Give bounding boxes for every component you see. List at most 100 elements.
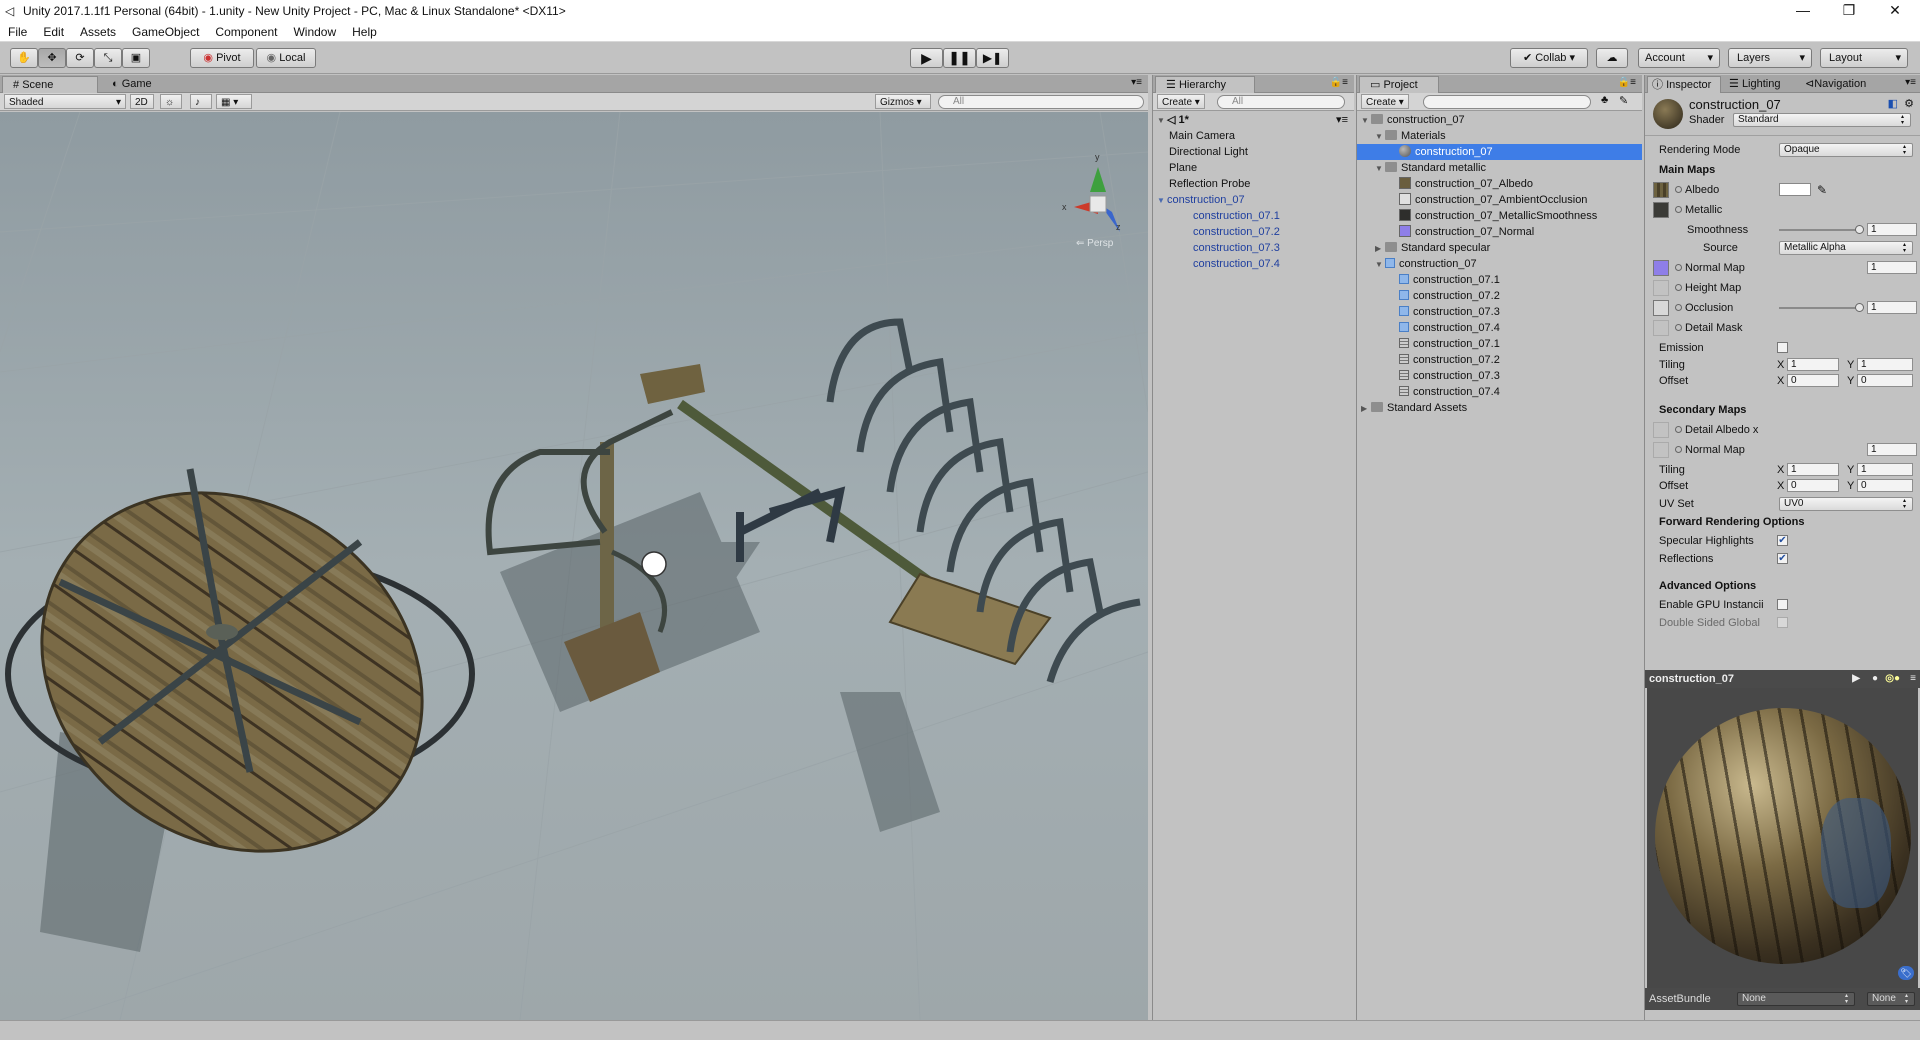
project-item[interactable]: construction_07_MetallicSmoothness [1357, 208, 1642, 224]
occlusion-picker-icon[interactable] [1675, 304, 1682, 311]
project-item[interactable]: ▼ construction_07 [1357, 112, 1642, 128]
project-create-dropdown[interactable]: Create ▾ [1361, 94, 1409, 109]
shader-dropdown[interactable]: Standard [1733, 113, 1911, 127]
fold-icon[interactable]: ▼ [1157, 193, 1167, 209]
reflections-checkbox[interactable]: ✔ [1777, 553, 1788, 564]
offset-y-input[interactable]: 0 [1857, 374, 1913, 387]
project-item[interactable]: ▶ Standard Assets [1357, 400, 1642, 416]
project-item[interactable]: construction_07.1 [1357, 272, 1642, 288]
project-item[interactable]: construction_07.2 [1357, 352, 1642, 368]
persp-label[interactable]: ⇐ Persp [1076, 238, 1113, 249]
minimize-button[interactable]: — [1780, 0, 1826, 22]
height-picker-icon[interactable] [1675, 284, 1682, 291]
rendering-mode-dropdown[interactable]: Opaque [1779, 143, 1913, 157]
rect-tool-button[interactable]: ▣ [122, 48, 150, 68]
smoothness-input[interactable]: 1 [1867, 223, 1917, 236]
preview-area[interactable]: 🏷 [1647, 688, 1918, 988]
pause-button[interactable]: ❚❚ [943, 48, 976, 68]
play-button[interactable]: ▶ [910, 48, 943, 68]
occlusion-input[interactable]: 1 [1867, 301, 1917, 314]
menu-file[interactable]: File [0, 25, 35, 39]
inspector-menu-icon[interactable]: ▾≡ [1905, 77, 1916, 88]
albedo-picker-icon[interactable] [1675, 186, 1682, 193]
hand-tool-button[interactable]: ✋ [10, 48, 38, 68]
uv-set-dropdown[interactable]: UV0 [1779, 497, 1913, 511]
pivot-toggle[interactable]: ◉ Pivot [190, 48, 254, 68]
scene-menu-icon[interactable]: ▾≡ [1336, 112, 1348, 128]
project-item[interactable]: construction_07_Albedo [1357, 176, 1642, 192]
project-item[interactable]: construction_07.3 [1357, 368, 1642, 384]
detail-mask-picker-icon[interactable] [1675, 324, 1682, 331]
menu-component[interactable]: Component [207, 25, 285, 39]
collab-dropdown[interactable]: ✔ Collab ▾ [1510, 48, 1588, 68]
hierarchy-search-input[interactable]: All [1217, 95, 1345, 109]
fold-icon[interactable]: ▼ [1361, 113, 1371, 129]
secondary-tiling-x-input[interactable]: 1 [1787, 463, 1839, 476]
eyedropper-icon[interactable]: ✎ [1817, 182, 1827, 198]
filter-label-icon[interactable]: ✎ [1619, 94, 1628, 107]
lock-icon[interactable]: 🔒≡ [1330, 77, 1348, 88]
normal-picker-icon[interactable] [1675, 264, 1682, 271]
tab-hierarchy[interactable]: ☰ Hierarchy [1155, 76, 1255, 93]
metallic-texture-slot[interactable] [1653, 202, 1669, 218]
metallic-picker-icon[interactable] [1675, 206, 1682, 213]
secondary-offset-x-input[interactable]: 0 [1787, 479, 1839, 492]
project-lock-icon[interactable]: 🔒≡ [1618, 77, 1636, 88]
hierarchy-item[interactable]: construction_07.4 [1153, 256, 1354, 272]
preview-sphere-icon[interactable]: ● [1872, 670, 1878, 688]
preview-menu-icon[interactable]: ≡ [1910, 670, 1916, 688]
project-item[interactable]: ▼ Materials [1357, 128, 1642, 144]
preview-play-icon[interactable]: ▶ [1852, 670, 1860, 688]
scene-viewport[interactable]: y x z ⇐ Persp [0, 112, 1148, 1020]
smoothness-slider-knob[interactable] [1855, 225, 1864, 234]
albedo-texture-slot[interactable] [1653, 182, 1669, 198]
preview-light-icon[interactable]: ◎● [1885, 670, 1900, 688]
hierarchy-item[interactable]: Directional Light [1153, 144, 1354, 160]
hierarchy-item[interactable]: construction_07.1 [1153, 208, 1354, 224]
occlusion-slider-track[interactable] [1779, 307, 1859, 309]
height-texture-slot[interactable] [1653, 280, 1669, 296]
project-item[interactable]: ▼ Standard metallic [1357, 160, 1642, 176]
project-item[interactable]: construction_07.4 [1357, 384, 1642, 400]
panel-menu-icon[interactable]: ▾≡ [1131, 77, 1142, 88]
fold-icon[interactable]: ▼ [1375, 257, 1385, 273]
occlusion-texture-slot[interactable] [1653, 300, 1669, 316]
fold-icon[interactable]: ▶ [1375, 241, 1385, 257]
hierarchy-item[interactable]: construction_07.3 [1153, 240, 1354, 256]
project-item[interactable]: ▼ construction_07 [1357, 256, 1642, 272]
layout-dropdown[interactable]: Layout ▾ [1820, 48, 1908, 68]
project-search-input[interactable] [1423, 95, 1591, 109]
tab-scene[interactable]: # Scene [2, 76, 98, 93]
assetbundle-dropdown[interactable]: None [1737, 992, 1855, 1006]
gizmos-dropdown[interactable]: Gizmos ▾ [875, 94, 931, 109]
hierarchy-item[interactable]: ▼ construction_07 [1153, 192, 1354, 208]
emission-checkbox[interactable] [1777, 342, 1788, 353]
filter-type-icon[interactable]: ♣ [1601, 94, 1608, 106]
fold-icon[interactable]: ▼ [1375, 129, 1385, 145]
specular-highlights-checkbox[interactable]: ✔ [1777, 535, 1788, 546]
menu-edit[interactable]: Edit [35, 25, 72, 39]
detail-albedo-slot[interactable] [1653, 422, 1669, 438]
cloud-button[interactable]: ☁ [1596, 48, 1628, 68]
hierarchy-item[interactable]: Plane [1153, 160, 1354, 176]
tab-game[interactable]: ◐ Game [102, 76, 172, 93]
project-item[interactable]: construction_07 [1357, 144, 1642, 160]
assetbundle-variant-dropdown[interactable]: None [1867, 992, 1915, 1006]
gear-icon[interactable]: ⚙ [1904, 97, 1914, 110]
layers-dropdown[interactable]: Layers ▾ [1728, 48, 1812, 68]
hierarchy-item[interactable]: Reflection Probe [1153, 176, 1354, 192]
gpu-instancing-checkbox[interactable] [1777, 599, 1788, 610]
secondary-offset-y-input[interactable]: 0 [1857, 479, 1913, 492]
account-dropdown[interactable]: Account ▾ [1638, 48, 1720, 68]
audio-toggle[interactable]: ♪ [190, 94, 212, 109]
scene-root[interactable]: ▼ ◁ 1* ▾≡ [1153, 112, 1354, 128]
albedo-color-swatch[interactable] [1779, 183, 1811, 196]
menu-assets[interactable]: Assets [72, 25, 124, 39]
local-toggle[interactable]: ◉ Local [256, 48, 316, 68]
hierarchy-create-dropdown[interactable]: Create ▾ [1157, 94, 1205, 109]
shading-mode-dropdown[interactable]: Shaded ▾ [4, 94, 126, 109]
effects-dropdown[interactable]: ▦ ▾ [216, 94, 252, 109]
2d-toggle[interactable]: 2D [130, 94, 154, 109]
tab-lighting[interactable]: ☰ Lighting [1725, 76, 1797, 93]
move-tool-button[interactable]: ✥ [38, 48, 66, 68]
